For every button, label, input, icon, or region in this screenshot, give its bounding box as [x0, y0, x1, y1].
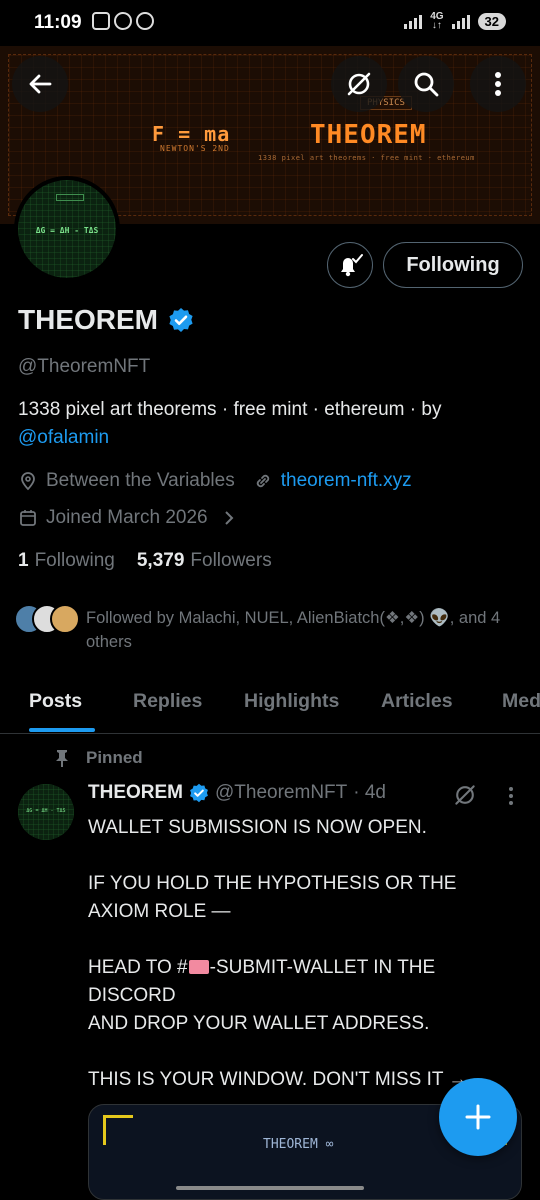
profile-joined-row[interactable]: Joined March 2026	[18, 507, 236, 529]
back-button[interactable]	[12, 56, 68, 112]
profile-meta-row: Between the Variables theorem-nft.xyz	[18, 470, 412, 492]
calendar-icon	[20, 510, 36, 526]
screenshot-icon	[92, 12, 110, 30]
active-tab-indicator	[29, 728, 95, 732]
whatsapp-icon	[136, 12, 154, 30]
signal-icon	[404, 13, 423, 29]
whatsapp-icon	[114, 12, 132, 30]
compose-button[interactable]	[439, 1078, 517, 1156]
avatar-tag	[56, 194, 84, 201]
banner-formula-caption: NEWTON'S 2ND	[160, 144, 230, 153]
profile-name-row: THEOREM	[18, 304, 194, 336]
status-bar: 11:09 4G ↓↑ 32	[0, 0, 540, 46]
avatar-image: ΔG = ΔH - TΔS	[18, 180, 116, 278]
post-author-avatar[interactable]: ΔG = ΔH - TΔS	[18, 784, 74, 840]
pinned-label-row: Pinned	[54, 748, 143, 768]
status-right: 4G ↓↑ 32	[404, 11, 506, 31]
location-pin-icon	[21, 472, 35, 491]
followed-by-avatars[interactable]	[14, 604, 80, 634]
network-type: 4G ↓↑	[430, 11, 444, 31]
bell-check-icon	[341, 254, 363, 277]
grok-button[interactable]	[331, 56, 387, 112]
post-header: THEOREM @TheoremNFT · 4d	[88, 782, 386, 804]
arrow-left-icon	[29, 74, 52, 94]
bio-text: 1338 pixel art theorems · free mint · et…	[18, 399, 442, 420]
post-text: WALLET SUBMISSION IS NOW OPEN. IF YOU HO…	[88, 814, 508, 1094]
grok-icon	[347, 72, 371, 96]
followed-by-text[interactable]: Followed by Malachi, NUEL, AlienBiatch(❖…	[86, 606, 516, 654]
post-author-name[interactable]: THEOREM	[88, 782, 183, 804]
home-indicator[interactable]	[176, 1186, 364, 1190]
status-time: 11:09	[34, 12, 82, 33]
post-age: · 4d	[353, 782, 386, 803]
profile-avatar[interactable]: ΔG = ΔH - TΔS	[14, 176, 120, 282]
profile-tabs: Posts Replies Highlights Articles Media	[0, 680, 540, 734]
pin-icon	[56, 750, 68, 767]
notification-icons	[92, 12, 154, 30]
post-avatar-formula: ΔG = ΔH - TΔS	[26, 808, 66, 814]
profile-joined: Joined March 2026	[46, 507, 208, 528]
follow-counts: 1 Following 5,379 Followers	[18, 550, 272, 572]
avatar	[50, 604, 80, 634]
post-author-handle[interactable]: @TheoremNFT	[215, 782, 347, 804]
profile-website-link[interactable]: theorem-nft.xyz	[281, 470, 412, 492]
notifications-button[interactable]	[327, 242, 373, 288]
media-frame-corner	[103, 1115, 133, 1145]
pinned-label: Pinned	[86, 748, 143, 767]
ticket-emoji-icon	[188, 960, 209, 974]
following-count-link[interactable]: 1 Following	[18, 550, 115, 572]
followers-count-link[interactable]: 5,379 Followers	[137, 550, 272, 572]
profile-handle: @TheoremNFT	[18, 356, 151, 377]
post-text-part-1: WALLET SUBMISSION IS NOW OPEN. IF YOU HO…	[88, 817, 457, 978]
plus-icon	[465, 1104, 491, 1130]
avatar-formula: ΔG = ΔH - TΔS	[35, 226, 99, 235]
profile-bio: 1338 pixel art theorems · free mint · et…	[18, 396, 518, 452]
profile-location: Between the Variables	[46, 470, 235, 491]
profile-name: THEOREM	[18, 304, 158, 335]
chevron-right-icon	[224, 511, 234, 525]
verified-badge-icon[interactable]	[168, 307, 194, 333]
tab-highlights[interactable]: Highlights	[244, 690, 339, 713]
search-icon	[414, 72, 439, 97]
banner-title: THEOREM	[310, 120, 427, 150]
more-vertical-icon	[495, 72, 501, 96]
battery-indicator: 32	[477, 12, 506, 30]
bio-mention-link[interactable]: @ofalamin	[18, 427, 109, 448]
tab-articles[interactable]: Articles	[381, 690, 453, 713]
media-title: THEOREM ∞	[263, 1137, 334, 1152]
verified-badge-icon[interactable]	[189, 783, 209, 803]
following-button[interactable]: Following	[383, 242, 523, 288]
more-options-button[interactable]	[470, 56, 526, 112]
banner-formula: F = ma	[152, 122, 231, 146]
tab-replies[interactable]: Replies	[133, 690, 202, 713]
post-more-icon[interactable]	[508, 786, 514, 806]
link-icon	[256, 474, 269, 488]
search-button[interactable]	[398, 56, 454, 112]
grok-icon[interactable]	[452, 782, 478, 808]
tab-posts[interactable]: Posts	[29, 690, 82, 713]
banner-subtitle: 1338 pixel art theorems · free mint · et…	[258, 154, 475, 162]
signal-icon	[451, 13, 470, 29]
tab-media[interactable]: Media	[502, 690, 540, 713]
